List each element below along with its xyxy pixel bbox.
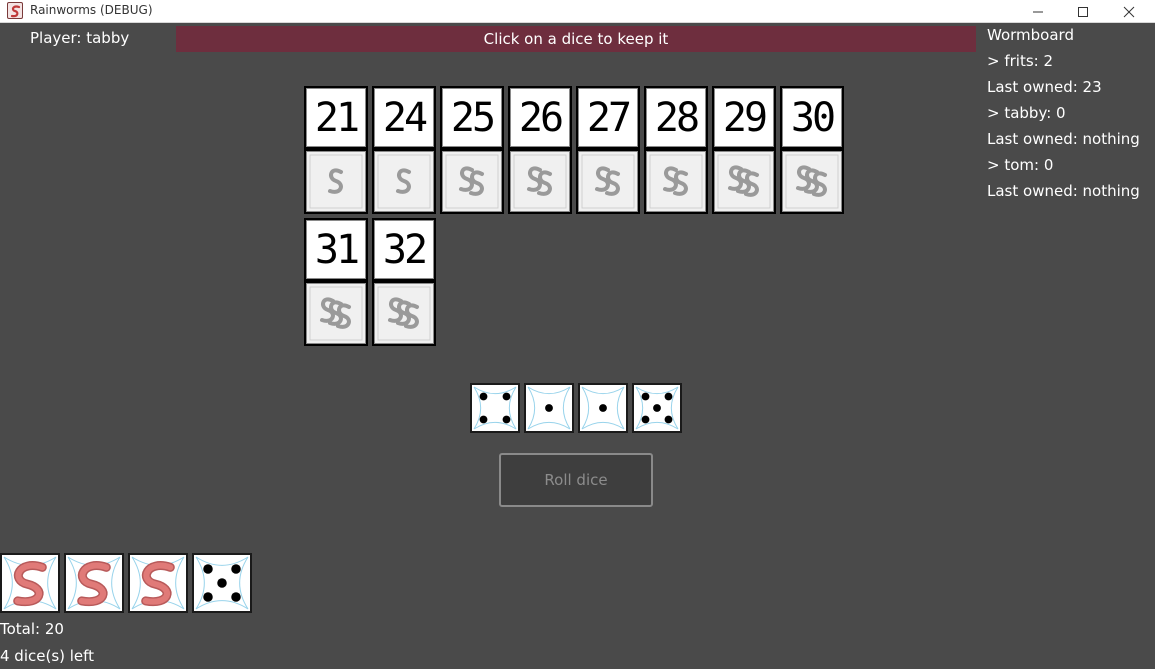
tile-number: 32 xyxy=(382,226,428,273)
kept-die xyxy=(128,553,188,613)
tile-21[interactable]: 21 xyxy=(304,86,368,214)
kept-die xyxy=(0,553,60,613)
tile-26[interactable]: 26 xyxy=(508,86,572,214)
rolled-die[interactable] xyxy=(524,383,574,433)
worm-icon xyxy=(646,151,706,212)
wormboard-title: Wormboard xyxy=(987,26,1074,44)
tile-24[interactable]: 24 xyxy=(372,86,436,214)
tile-27[interactable]: 27 xyxy=(576,86,640,214)
total-score: Total: 20 xyxy=(0,620,64,638)
tile-number: 28 xyxy=(654,94,700,141)
kept-die xyxy=(64,553,124,613)
worm-icon xyxy=(442,151,502,212)
tile-25[interactable]: 25 xyxy=(440,86,504,214)
window-titlebar[interactable]: Rainworms (DEBUG) xyxy=(0,0,1155,23)
wormboard-panel: Wormboard > frits: 2 Last owned: 23 > ta… xyxy=(987,26,1140,208)
tile-29[interactable]: 29 xyxy=(712,86,776,214)
tile-32[interactable]: 32 xyxy=(372,218,436,346)
kept-die xyxy=(192,553,252,613)
roll-dice-label: Roll dice xyxy=(544,471,608,489)
tile-31[interactable]: 31 xyxy=(304,218,368,346)
close-icon[interactable] xyxy=(1106,0,1152,23)
worm-icon xyxy=(306,283,366,344)
wormboard-line: > frits: 2 xyxy=(987,52,1054,70)
current-player-label: Player: tabby xyxy=(30,29,130,47)
wormboard-line: > tabby: 0 xyxy=(987,104,1066,122)
instruction-banner: Click on a dice to keep it xyxy=(176,26,976,52)
wormboard-line: Last owned: nothing xyxy=(987,182,1140,200)
rolled-die[interactable] xyxy=(632,383,682,433)
worm-icon xyxy=(374,283,434,344)
instruction-text: Click on a dice to keep it xyxy=(483,30,669,48)
tile-28[interactable]: 28 xyxy=(644,86,708,214)
tile-number: 21 xyxy=(314,94,360,141)
wormboard-line: > tom: 0 xyxy=(987,156,1054,174)
wormboard-line: Last owned: nothing xyxy=(987,130,1140,148)
maximize-icon[interactable] xyxy=(1060,0,1106,23)
tile-number: 29 xyxy=(722,94,768,141)
worm-icon xyxy=(782,151,842,212)
worm-icon xyxy=(714,151,774,212)
tile-number: 27 xyxy=(586,94,632,141)
rolled-die[interactable] xyxy=(578,383,628,433)
worm-app-icon xyxy=(7,2,23,19)
rolled-die[interactable] xyxy=(470,383,520,433)
dice-left-count: 4 dice(s) left xyxy=(0,647,95,665)
worm-icon xyxy=(510,151,570,212)
tile-number: 26 xyxy=(518,94,564,141)
tile-30[interactable]: 30 xyxy=(780,86,844,214)
tile-number: 24 xyxy=(382,94,428,141)
worm-icon xyxy=(374,151,434,212)
wormboard-line: Last owned: 23 xyxy=(987,78,1102,96)
window-title: Rainworms (DEBUG) xyxy=(30,3,153,17)
worm-icon xyxy=(578,151,638,212)
tile-number: 31 xyxy=(314,226,360,273)
tile-number: 30 xyxy=(790,94,836,141)
roll-dice-button[interactable]: Roll dice xyxy=(499,453,653,507)
tile-number: 25 xyxy=(450,94,496,141)
minimize-icon[interactable] xyxy=(1015,0,1061,23)
worm-icon xyxy=(306,151,366,212)
